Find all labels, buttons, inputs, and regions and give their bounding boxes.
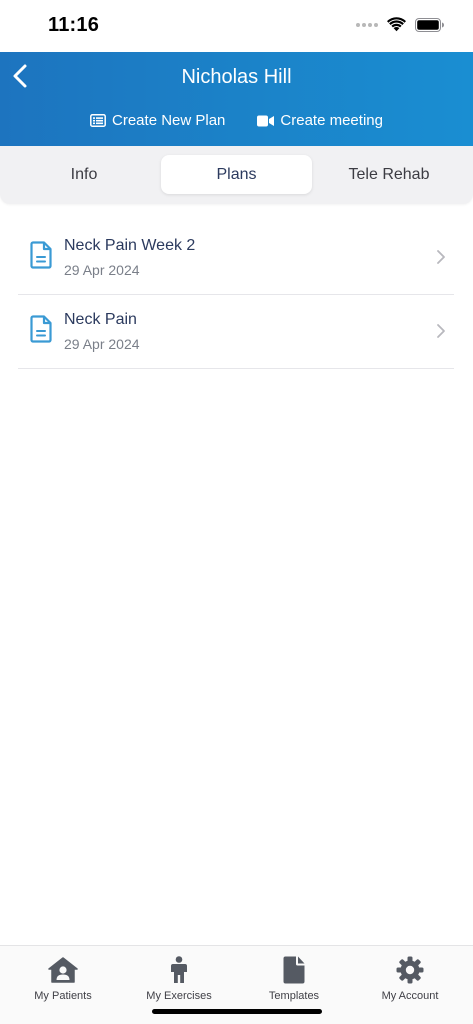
tab-bar-label: My Exercises	[146, 990, 212, 1002]
battery-icon	[415, 17, 444, 32]
document-icon	[30, 241, 52, 269]
tab-bar-my-account[interactable]: My Account	[351, 956, 469, 1002]
tab-tele-rehab[interactable]: Tele Rehab	[315, 155, 463, 194]
gear-icon	[396, 956, 424, 984]
create-meeting-button[interactable]: Create meeting	[257, 112, 383, 129]
page-title: Nicholas Hill	[181, 66, 292, 88]
patient-header: Nicholas Hill Create New Plan Create mee…	[0, 52, 473, 146]
segmented-tabs: Info Plans Tele Rehab	[0, 146, 473, 204]
plan-list-item[interactable]: Neck Pain Week 2 29 Apr 2024	[18, 221, 454, 295]
plan-title: Neck Pain Week 2	[64, 237, 196, 254]
header-actions: Create New Plan Create meeting	[0, 112, 473, 129]
tab-bar-label: My Account	[381, 990, 439, 1002]
plan-list: Neck Pain Week 2 29 Apr 2024 Neck Pain 2…	[18, 221, 454, 369]
plan-title: Neck Pain	[64, 311, 137, 328]
home-indicator[interactable]	[152, 1009, 322, 1014]
cellular-signal-icon	[356, 22, 378, 27]
video-camera-icon	[257, 115, 275, 126]
plan-list-item[interactable]: Neck Pain 29 Apr 2024	[18, 295, 454, 369]
tab-bar-templates[interactable]: Templates	[235, 956, 353, 1002]
status-time: 11:16	[48, 14, 100, 36]
create-new-plan-label: Create New Plan	[112, 112, 226, 129]
person-icon	[171, 956, 187, 983]
wifi-icon	[387, 17, 406, 32]
document-icon	[30, 315, 52, 343]
tab-info[interactable]: Info	[10, 155, 158, 194]
plan-date: 29 Apr 2024	[64, 336, 140, 352]
list-alt-icon	[90, 114, 106, 127]
chevron-right-icon	[437, 324, 445, 338]
tab-bar-my-patients[interactable]: My Patients	[4, 956, 122, 1002]
tab-bar-label: My Patients	[34, 990, 92, 1002]
plan-date: 29 Apr 2024	[64, 262, 140, 278]
house-user-icon	[48, 957, 78, 983]
status-indicators	[356, 17, 445, 32]
tab-plans[interactable]: Plans	[161, 155, 312, 194]
file-icon	[283, 956, 305, 984]
create-new-plan-button[interactable]: Create New Plan	[90, 112, 225, 129]
tab-bar-label: Templates	[268, 990, 320, 1002]
create-meeting-label: Create meeting	[280, 112, 383, 129]
tab-bar-my-exercises[interactable]: My Exercises	[120, 956, 238, 1002]
status-bar: 11:16	[0, 0, 473, 52]
chevron-right-icon	[437, 250, 445, 264]
